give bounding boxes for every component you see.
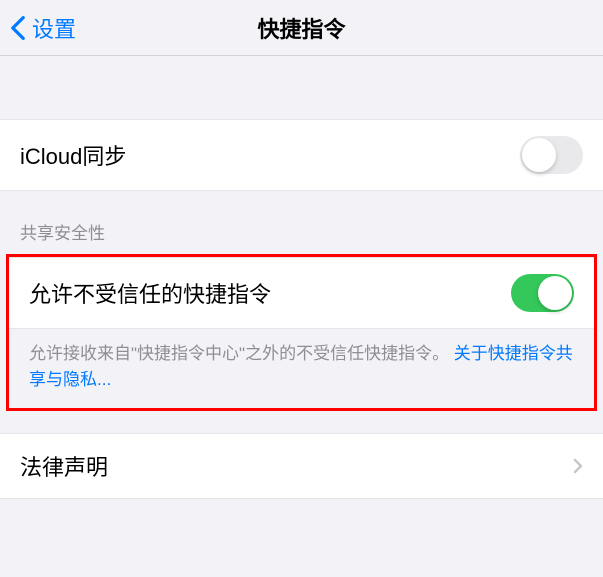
icloud-sync-toggle[interactable]	[520, 136, 583, 174]
footer-text: 允许接收来自"快捷指令中心"之外的不受信任快捷指令。 关于快捷指令共享与隐私..…	[9, 329, 594, 408]
icloud-sync-label: iCloud同步	[20, 139, 126, 171]
toggle-knob	[522, 138, 556, 172]
highlight-box: 允许不受信任的快捷指令 允许接收来自"快捷指令中心"之外的不受信任快捷指令。 关…	[6, 254, 597, 411]
spacer	[0, 56, 603, 119]
allow-untrusted-cell[interactable]: 允许不受信任的快捷指令	[9, 257, 594, 329]
legal-label: 法律声明	[20, 450, 573, 482]
spacer	[0, 411, 603, 433]
section-header-sharing: 共享安全性	[0, 191, 603, 254]
allow-untrusted-label: 允许不受信任的快捷指令	[29, 277, 271, 309]
toggle-knob	[538, 276, 572, 310]
back-label: 设置	[32, 12, 76, 44]
chevron-left-icon	[10, 15, 26, 41]
back-button[interactable]: 设置	[0, 12, 76, 44]
footer-description: 允许接收来自"快捷指令中心"之外的不受信任快捷指令。	[29, 344, 454, 363]
icloud-sync-cell[interactable]: iCloud同步	[0, 119, 603, 191]
chevron-right-icon	[573, 458, 583, 474]
page-title: 快捷指令	[257, 12, 345, 44]
nav-bar: 设置 快捷指令	[0, 0, 603, 56]
allow-untrusted-toggle[interactable]	[511, 274, 574, 312]
legal-cell[interactable]: 法律声明	[0, 433, 603, 499]
